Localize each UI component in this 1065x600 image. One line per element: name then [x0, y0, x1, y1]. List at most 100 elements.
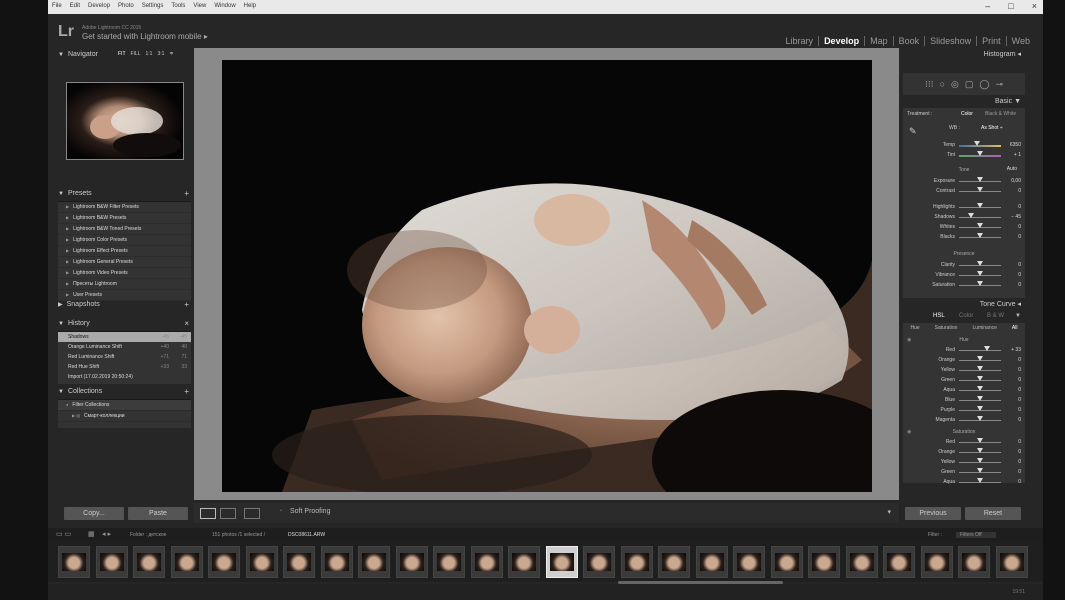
slider-value[interactable]: 0 [1018, 234, 1021, 240]
tone-curve-header[interactable]: Tone Curve ◂ [903, 298, 1025, 311]
slider-row[interactable]: Aqua 0 [903, 477, 1025, 487]
preset-folder[interactable]: ▶ Lightroom Video Presets [58, 268, 191, 279]
graduated-filter-icon[interactable]: ▢ [965, 79, 974, 90]
collections-header[interactable]: ▼ Collections + [58, 385, 191, 398]
filmstrip-thumbnail[interactable] [845, 546, 878, 578]
slider-handle[interactable] [977, 366, 983, 371]
slider-handle[interactable] [977, 281, 983, 286]
slider-row[interactable]: Blacks 0 [903, 232, 1025, 242]
module-web[interactable]: Web [1007, 36, 1035, 46]
slider-handle[interactable] [977, 177, 983, 182]
red-eye-icon[interactable]: ◎ [951, 79, 959, 90]
snapshots-header[interactable]: ▶ Snapshots + [58, 298, 191, 311]
preset-folder[interactable]: ▶ Lightroom Effect Presets [58, 246, 191, 257]
reset-button[interactable]: Reset [965, 507, 1021, 520]
filmstrip-thumbnail[interactable] [883, 546, 915, 578]
slider-row[interactable]: Red + 33 [903, 345, 1025, 355]
slider-row[interactable]: Aqua 0 [903, 385, 1025, 395]
slider-value[interactable]: 0 [1018, 407, 1021, 413]
preset-folder[interactable]: ▶ Пресеты Lightroom [58, 279, 191, 290]
history-header[interactable]: ▼ History × [58, 317, 191, 330]
image-canvas[interactable] [194, 48, 899, 500]
slider-handle[interactable] [977, 458, 983, 463]
history-step[interactable]: Orange Luminance Shift +40 40 [58, 342, 191, 352]
filmstrip-thumbnail[interactable] [995, 546, 1028, 578]
grid-icon[interactable]: ▦ [88, 530, 95, 538]
filmstrip-thumbnail[interactable] [620, 546, 653, 578]
slider-value[interactable]: 0 [1018, 262, 1021, 268]
slider-value[interactable]: 0 [1018, 417, 1021, 423]
slider-value[interactable]: 0 [1018, 367, 1021, 373]
slider-handle[interactable] [983, 346, 990, 351]
filmstrip-thumbnail[interactable] [470, 546, 503, 578]
slider-row[interactable]: Orange 0 [903, 447, 1025, 457]
slider-handle[interactable] [977, 223, 983, 228]
slider-value[interactable]: − 45 [1011, 214, 1021, 220]
slider-row[interactable]: Magenta 0 [903, 415, 1025, 425]
zoom-more-icon[interactable]: ≑ [169, 48, 173, 61]
subtab-hue[interactable]: Hue [910, 325, 919, 331]
slider-value[interactable]: 0 [1018, 387, 1021, 393]
histogram-header[interactable]: Histogram ◂ [903, 48, 1025, 61]
module-library[interactable]: Library [781, 36, 820, 46]
history-step[interactable]: Red Hue Shift +33 33 [58, 362, 191, 372]
slider-handle[interactable] [977, 233, 983, 238]
filter-dropdown[interactable]: Filters Off [956, 532, 996, 538]
navigator-header[interactable]: ▼ Navigator FIT FILL 1:1 3:1 ≑ [58, 48, 191, 61]
spot-removal-icon[interactable]: ○ [940, 79, 945, 89]
slider-row[interactable]: Contrast 0 [903, 186, 1025, 196]
auto-tone-button[interactable]: Auto [1007, 166, 1017, 172]
back-arrow-icon[interactable]: ◂ ▸ [102, 530, 111, 538]
subtab-saturation[interactable]: Saturation [935, 325, 958, 331]
add-collection-icon[interactable]: + [184, 385, 189, 398]
slider-handle[interactable] [977, 468, 983, 473]
menu-help[interactable]: Help [244, 3, 256, 9]
slider-row[interactable]: Green 0 [903, 467, 1025, 477]
mobile-prompt[interactable]: Get started with Lightroom mobile ▸ [82, 32, 208, 41]
filmstrip-thumbnail[interactable] [433, 546, 465, 578]
treatment-color[interactable]: Color [961, 111, 973, 117]
zoom-3-1[interactable]: 3:1 [157, 48, 164, 61]
tab-bw[interactable]: B & W [987, 313, 1004, 319]
module-develop[interactable]: Develop [819, 36, 866, 46]
menu-edit[interactable]: Edit [70, 3, 80, 9]
filmstrip-thumbnail[interactable] [583, 546, 615, 578]
slider-handle[interactable] [977, 203, 983, 208]
slider-handle[interactable] [977, 271, 983, 276]
slider-row[interactable]: Highlights 0 [903, 202, 1025, 212]
tab-color[interactable]: Color [959, 313, 973, 319]
slider-value[interactable]: 6350 [1010, 142, 1021, 148]
slider-row[interactable]: Vibrance 0 [903, 270, 1025, 280]
before-after-split-icon[interactable] [244, 508, 260, 519]
history-step[interactable]: Import (17.02.2019 20:50:24) [58, 372, 191, 382]
filmstrip-thumbnail[interactable] [283, 546, 315, 578]
basic-header[interactable]: Basic ▼ [903, 95, 1025, 108]
menu-settings[interactable]: Settings [142, 3, 164, 9]
filmstrip-thumbnail[interactable] [770, 546, 803, 578]
menu-develop[interactable]: Develop [88, 3, 110, 9]
menu-window[interactable]: Window [214, 3, 235, 9]
slider-handle[interactable] [977, 386, 983, 391]
folder-path[interactable]: Folder : детское [130, 532, 166, 538]
slider-handle[interactable] [977, 448, 983, 453]
filmstrip-thumbnail[interactable] [208, 546, 240, 578]
filmstrip-thumbnail[interactable] [58, 546, 90, 578]
filmstrip-thumbnail[interactable] [245, 546, 278, 578]
maximize-button[interactable]: □ [1008, 1, 1013, 11]
previous-button[interactable]: Previous [905, 507, 961, 520]
eyedropper-icon[interactable]: ✎ [909, 126, 917, 137]
module-book[interactable]: Book [894, 36, 926, 46]
paste-button[interactable]: Paste [128, 507, 188, 520]
slider-value[interactable]: 0 [1018, 469, 1021, 475]
menu-view[interactable]: View [193, 3, 206, 9]
toolbar-dropdown-icon[interactable]: ▾ [887, 508, 891, 516]
slider-row[interactable]: Exposure 0,00 [903, 176, 1025, 186]
adjustment-brush-icon[interactable]: ⊸ [995, 79, 1003, 90]
slider-handle[interactable] [977, 406, 983, 411]
slider-row[interactable]: Shadows − 45 [903, 212, 1025, 222]
slider-handle[interactable] [977, 438, 983, 443]
slider-value[interactable]: 0 [1018, 357, 1021, 363]
secondary-window-icon[interactable]: ▭ ▭ [56, 530, 71, 538]
slider-track[interactable] [959, 350, 1001, 351]
copy-button[interactable]: Copy... [64, 507, 124, 520]
